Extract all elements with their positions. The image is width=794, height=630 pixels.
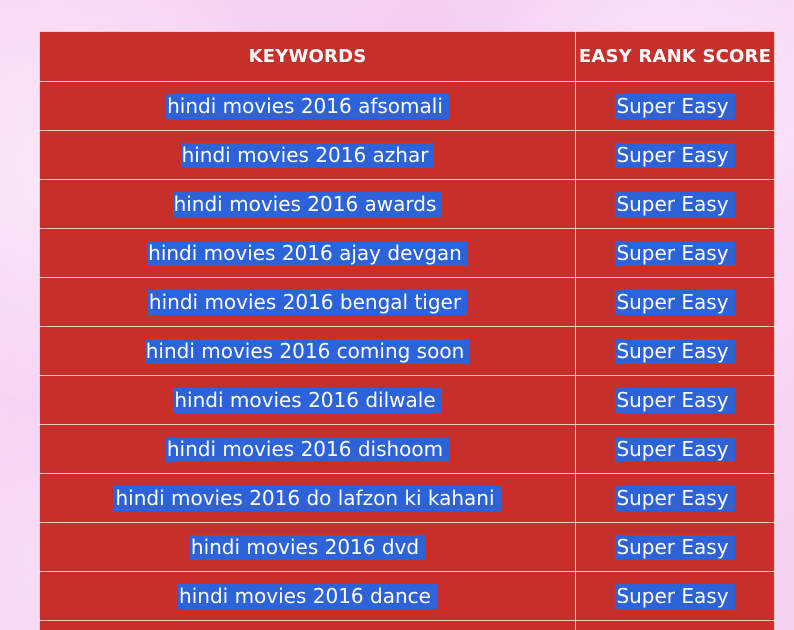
table-row: hindi movies 2016 coming soon Super Easy (39, 326, 775, 376)
table-row: hindi movies 2016 dance Super Easy (39, 571, 775, 621)
score-text: Super Easy (615, 583, 735, 609)
keyword-cell[interactable]: hindi movies 2016 do lafzon ki kahani (39, 473, 576, 523)
table-row: hindi movies 2016 dvd Super Easy (39, 522, 775, 572)
keyword-text: hindi movies 2016 coming soon (144, 338, 471, 364)
keyword-cell[interactable]: hindi movies 2016 bengal tiger (39, 277, 576, 327)
keyword-text: hindi movies 2016 dvd (189, 534, 426, 560)
score-cell[interactable]: Super Easy (575, 571, 775, 621)
score-cell[interactable]: Super Easy (575, 228, 775, 278)
score-text: Super Easy (615, 142, 735, 168)
table-row: hindi movies 2016 bengal tiger Super Eas… (39, 277, 775, 327)
keyword-table-container: KEYWORDS EASY RANK SCORE hindi movies 20… (39, 31, 775, 630)
table-row-partial (39, 620, 775, 630)
keyword-table: KEYWORDS EASY RANK SCORE hindi movies 20… (39, 31, 775, 630)
keywords-header: KEYWORDS (39, 31, 576, 82)
keyword-cell[interactable]: hindi movies 2016 dilwale (39, 375, 576, 425)
keyword-text: hindi movies 2016 awards (172, 191, 443, 217)
score-cell[interactable]: Super Easy (575, 130, 775, 180)
keyword-text: hindi movies 2016 afsomali (166, 93, 449, 119)
score-text: Super Easy (615, 436, 735, 462)
score-text: Super Easy (615, 485, 735, 511)
table-row: hindi movies 2016 ajay devgan Super Easy (39, 228, 775, 278)
score-text: Super Easy (615, 191, 735, 217)
score-cell[interactable]: Super Easy (575, 326, 775, 376)
score-cell[interactable]: Super Easy (575, 375, 775, 425)
keyword-cell[interactable]: hindi movies 2016 afsomali (39, 81, 576, 131)
score-cell[interactable]: Super Easy (575, 81, 775, 131)
keyword-cell[interactable]: hindi movies 2016 coming soon (39, 326, 576, 376)
table-row: hindi movies 2016 dilwale Super Easy (39, 375, 775, 425)
score-cell-partial[interactable] (575, 620, 775, 630)
keyword-text: hindi movies 2016 dishoom (165, 436, 450, 462)
keyword-text: hindi movies 2016 azhar (180, 142, 435, 168)
score-text: Super Easy (615, 387, 735, 413)
keyword-cell[interactable]: hindi movies 2016 ajay devgan (39, 228, 576, 278)
keyword-text: hindi movies 2016 dilwale (173, 387, 442, 413)
keyword-cell[interactable]: hindi movies 2016 azhar (39, 130, 576, 180)
table-header-row: KEYWORDS EASY RANK SCORE (39, 31, 775, 82)
keyword-cell[interactable]: hindi movies 2016 dishoom (39, 424, 576, 474)
keyword-text: hindi movies 2016 dance (178, 583, 437, 609)
keyword-text: hindi movies 2016 do lafzon ki kahani (114, 485, 501, 511)
easy-rank-score-header: EASY RANK SCORE (575, 31, 775, 82)
keyword-cell[interactable]: hindi movies 2016 awards (39, 179, 576, 229)
score-cell[interactable]: Super Easy (575, 473, 775, 523)
score-cell[interactable]: Super Easy (575, 522, 775, 572)
table-row: hindi movies 2016 awards Super Easy (39, 179, 775, 229)
table-row: hindi movies 2016 dishoom Super Easy (39, 424, 775, 474)
score-text: Super Easy (615, 338, 735, 364)
score-cell[interactable]: Super Easy (575, 277, 775, 327)
score-cell[interactable]: Super Easy (575, 179, 775, 229)
keyword-text: hindi movies 2016 bengal tiger (147, 289, 468, 315)
keyword-cell[interactable]: hindi movies 2016 dvd (39, 522, 576, 572)
keyword-cell[interactable]: hindi movies 2016 dance (39, 571, 576, 621)
keyword-text: hindi movies 2016 ajay devgan (147, 240, 468, 266)
table-row: hindi movies 2016 afsomali Super Easy (39, 81, 775, 131)
score-text: Super Easy (615, 289, 735, 315)
score-text: Super Easy (615, 534, 735, 560)
score-text: Super Easy (615, 93, 735, 119)
table-row: hindi movies 2016 do lafzon ki kahani Su… (39, 473, 775, 523)
table-row: hindi movies 2016 azhar Super Easy (39, 130, 775, 180)
keyword-cell-partial[interactable] (39, 620, 576, 630)
score-cell[interactable]: Super Easy (575, 424, 775, 474)
score-text: Super Easy (615, 240, 735, 266)
